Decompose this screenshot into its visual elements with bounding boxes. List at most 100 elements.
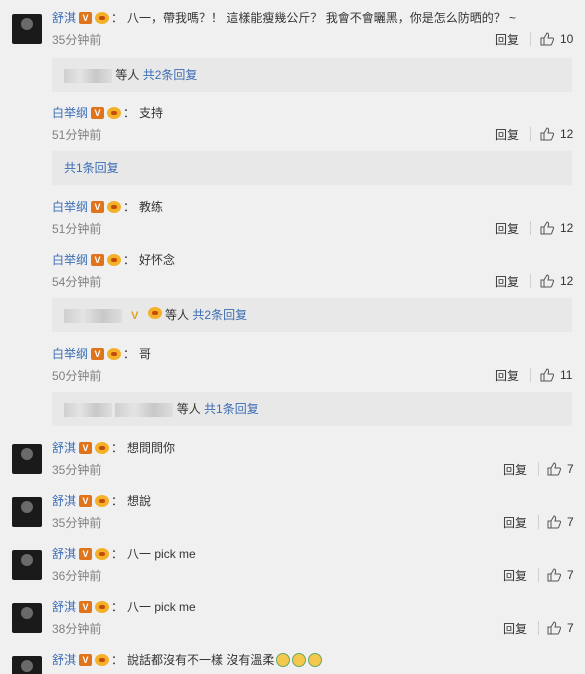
comment-text: 八一，帶我嗎？！ 這樣能瘦幾公斤？ 我會不會曬黑，你是怎么防晒的？ ~	[127, 11, 517, 25]
reply-button[interactable]: 回复	[503, 462, 527, 478]
avatar[interactable]	[12, 497, 42, 527]
like-count: 12	[560, 221, 574, 235]
sub-reply-prefix: 等人	[165, 308, 190, 322]
like-count: 12	[560, 127, 574, 141]
comment-line: 舒淇 V ： 八一 pick me	[52, 546, 196, 562]
username-link[interactable]: 舒淇	[52, 652, 76, 668]
username-link[interactable]: 白举纲	[52, 252, 88, 268]
divider	[530, 127, 531, 141]
comment-line: 白举纲 V ： 支持	[52, 105, 163, 121]
thumb-up-icon	[547, 621, 561, 635]
avatar[interactable]	[12, 603, 42, 633]
divider	[538, 515, 539, 529]
crying-emoji-icon	[292, 653, 307, 667]
comment-line: 舒淇 V ： 八一，帶我嗎？！ 這樣能瘦幾公斤？ 我會不會曬黑，你是怎么防晒的？…	[52, 10, 516, 26]
comment-text: 教练	[139, 200, 164, 214]
blurred-username	[115, 402, 174, 417]
sub-reply-summary[interactable]: 共1条回复	[52, 151, 572, 185]
avatar[interactable]	[12, 256, 42, 286]
like-count: 12	[560, 274, 574, 288]
sub-reply-count-link[interactable]: 共1条回复	[204, 402, 259, 416]
colon: ：	[123, 347, 136, 361]
v-verified-icon: V	[79, 442, 93, 454]
v-verified-icon: V	[79, 495, 93, 507]
like-button[interactable]: 7	[547, 566, 574, 584]
divider	[538, 621, 539, 635]
username-link[interactable]: 舒淇	[52, 546, 76, 562]
comment-text: 想說	[127, 494, 152, 508]
avatar[interactable]	[12, 203, 42, 233]
thumb-up-icon	[547, 462, 561, 476]
avatar[interactable]	[12, 550, 42, 580]
sub-reply-count-link[interactable]: 共2条回复	[192, 308, 247, 322]
thumb-up-icon	[540, 32, 554, 46]
like-count: 7	[567, 515, 574, 529]
avatar[interactable]	[12, 350, 42, 380]
fan-badge-icon	[95, 495, 110, 507]
username-link[interactable]: 白举纲	[52, 346, 88, 362]
username-link[interactable]: 白举纲	[52, 105, 88, 121]
username-link[interactable]: 舒淇	[52, 10, 76, 26]
divider	[538, 462, 539, 476]
username-link[interactable]: 舒淇	[52, 599, 76, 615]
username-link[interactable]: 舒淇	[52, 440, 76, 456]
like-button[interactable]: 12	[540, 272, 573, 290]
like-button[interactable]: 10	[540, 30, 573, 48]
sub-reply-summary[interactable]: V 等人 共2条回复	[52, 298, 572, 332]
like-button[interactable]: 12	[540, 125, 573, 143]
v-verified-icon: V	[79, 12, 93, 24]
reply-button[interactable]: 回复	[495, 274, 519, 290]
like-count: 7	[567, 621, 574, 635]
sub-reply-summary[interactable]: 等人 共1条回复	[52, 392, 572, 426]
fan-badge-icon	[107, 254, 122, 266]
colon: ：	[123, 253, 136, 267]
blurred-username	[64, 308, 122, 323]
fan-badge-icon	[95, 548, 110, 560]
avatar[interactable]	[12, 14, 42, 44]
colon: ：	[111, 494, 124, 508]
thumb-up-icon	[540, 368, 554, 382]
v-verified-icon: V	[79, 601, 93, 613]
comment-line: 舒淇 V ： 想問問你	[52, 440, 175, 456]
thumb-up-icon	[540, 127, 554, 141]
colon: ：	[111, 441, 124, 455]
like-button[interactable]: 7	[547, 460, 574, 478]
like-button[interactable]: 7	[547, 619, 574, 637]
timestamp: 54分钟前	[52, 275, 102, 289]
avatar[interactable]	[12, 656, 42, 674]
sub-reply-count-link[interactable]: 共2条回复	[143, 68, 198, 82]
sub-reply-summary[interactable]: 等人 共2条回复	[52, 58, 572, 92]
reply-button[interactable]: 回复	[495, 127, 519, 143]
like-button[interactable]: 12	[540, 219, 573, 237]
reply-button[interactable]: 回复	[495, 32, 519, 48]
reply-button[interactable]: 回复	[503, 568, 527, 584]
reply-button[interactable]: 回复	[503, 621, 527, 637]
thumb-up-icon	[540, 274, 554, 288]
divider	[530, 274, 531, 288]
timestamp: 51分钟前	[52, 128, 102, 142]
v-verified-icon: V	[91, 348, 105, 360]
comment-text: 說話都沒有不一樣 沒有溫柔	[127, 653, 275, 667]
like-count: 7	[567, 462, 574, 476]
colon: ：	[111, 547, 124, 561]
blurred-username	[64, 68, 112, 83]
comment-line: 白举纲 V ： 哥	[52, 346, 151, 362]
blurred-username	[64, 402, 112, 417]
reply-button[interactable]: 回复	[503, 515, 527, 531]
avatar[interactable]	[12, 109, 42, 139]
timestamp: 35分钟前	[52, 516, 102, 530]
divider	[538, 568, 539, 582]
like-count: 7	[567, 568, 574, 582]
reply-button[interactable]: 回复	[495, 368, 519, 384]
like-button[interactable]: 11	[540, 366, 572, 384]
like-button[interactable]: 7	[547, 513, 574, 531]
avatar[interactable]	[12, 444, 42, 474]
sub-reply-count-link[interactable]: 共1条回复	[64, 161, 119, 175]
timestamp: 35分钟前	[52, 463, 102, 477]
timestamp: 51分钟前	[52, 222, 102, 236]
username-link[interactable]: 白举纲	[52, 199, 88, 215]
username-link[interactable]: 舒淇	[52, 493, 76, 509]
colon: ：	[111, 11, 124, 25]
comment-text: 哥	[139, 347, 152, 361]
reply-button[interactable]: 回复	[495, 221, 519, 237]
